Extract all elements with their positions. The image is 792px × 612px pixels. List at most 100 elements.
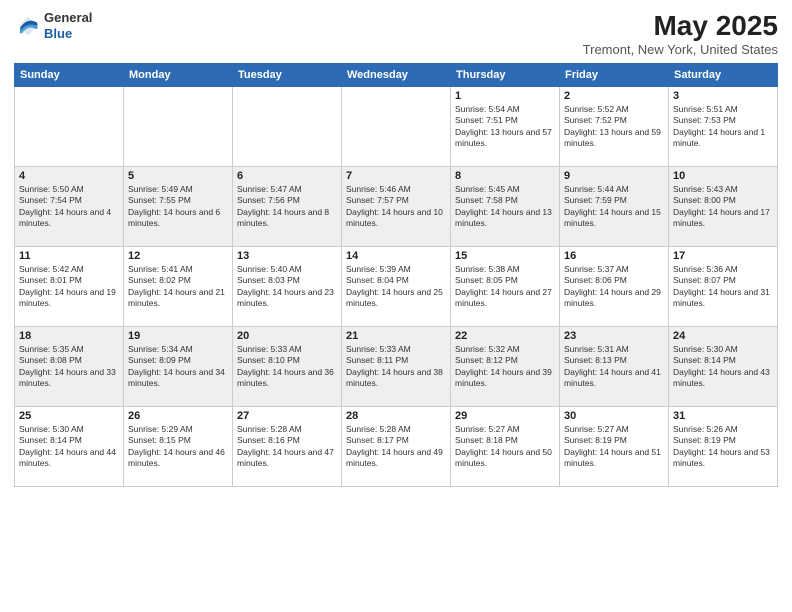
day-info: Sunrise: 5:33 AMSunset: 8:10 PMDaylight:… [237,344,337,390]
col-header-thursday: Thursday [451,64,560,87]
day-number: 11 [19,250,119,262]
day-info: Sunrise: 5:29 AMSunset: 8:15 PMDaylight:… [128,424,228,470]
day-number: 13 [237,250,337,262]
calendar-cell [15,87,124,167]
calendar-cell: 8 Sunrise: 5:45 AMSunset: 7:58 PMDaylight… [451,167,560,247]
calendar-cell [233,87,342,167]
day-number: 9 [564,170,664,182]
calendar-cell [124,87,233,167]
day-number: 31 [673,410,773,422]
day-info: Sunrise: 5:38 AMSunset: 8:05 PMDaylight:… [455,264,555,310]
day-number: 23 [564,330,664,342]
day-number: 26 [128,410,228,422]
logo-general-text: General [44,10,92,26]
col-header-monday: Monday [124,64,233,87]
day-info: Sunrise: 5:50 AMSunset: 7:54 PMDaylight:… [19,184,119,230]
col-header-wednesday: Wednesday [342,64,451,87]
day-number: 19 [128,330,228,342]
day-number: 17 [673,250,773,262]
day-info: Sunrise: 5:45 AMSunset: 7:58 PMDaylight:… [455,184,555,230]
calendar-cell: 10Sunrise: 5:43 AMSunset: 8:00 PMDayligh… [669,167,778,247]
day-info: Sunrise: 5:30 AMSunset: 8:14 PMDaylight:… [19,424,119,470]
calendar-cell: 23 Sunrise: 5:31 AMSunset: 8:13 PMDayligh… [560,327,669,407]
calendar-cell: 17 Sunrise: 5:36 AMSunset: 8:07 PMDayligh… [669,247,778,327]
day-number: 6 [237,170,337,182]
calendar-cell: 16Sunrise: 5:37 AMSunset: 8:06 PMDayligh… [560,247,669,327]
col-header-tuesday: Tuesday [233,64,342,87]
day-number: 21 [346,330,446,342]
location-title: Tremont, New York, United States [583,42,778,57]
col-header-sunday: Sunday [15,64,124,87]
day-number: 29 [455,410,555,422]
day-info: Sunrise: 5:54 AMSunset: 7:51 PMDaylight:… [455,104,555,150]
logo-icon [14,12,42,40]
calendar-header-row: SundayMondayTuesdayWednesdayThursdayFrid… [15,64,778,87]
day-number: 25 [19,410,119,422]
calendar-cell: 24 Sunrise: 5:30 AMSunset: 8:14 PMDayligh… [669,327,778,407]
calendar-cell: 20 Sunrise: 5:33 AMSunset: 8:10 PMDayligh… [233,327,342,407]
calendar-cell: 13 Sunrise: 5:40 AMSunset: 8:03 PMDayligh… [233,247,342,327]
calendar-cell: 25 Sunrise: 5:30 AMSunset: 8:14 PMDayligh… [15,407,124,487]
day-info: Sunrise: 5:28 AMSunset: 8:16 PMDaylight:… [237,424,337,470]
col-header-saturday: Saturday [669,64,778,87]
calendar-cell: 15 Sunrise: 5:38 AMSunset: 8:05 PMDayligh… [451,247,560,327]
calendar-cell: 14 Sunrise: 5:39 AMSunset: 8:04 PMDayligh… [342,247,451,327]
day-info: Sunrise: 5:30 AMSunset: 8:14 PMDaylight:… [673,344,773,390]
day-number: 1 [455,90,555,102]
day-number: 5 [128,170,228,182]
day-number: 14 [346,250,446,262]
calendar-cell: 29 Sunrise: 5:27 AMSunset: 8:18 PMDayligh… [451,407,560,487]
calendar-week-row: 25 Sunrise: 5:30 AMSunset: 8:14 PMDayligh… [15,407,778,487]
day-info: Sunrise: 5:44 AMSunset: 7:59 PMDaylight:… [564,184,664,230]
day-info: Sunrise: 5:39 AMSunset: 8:04 PMDaylight:… [346,264,446,310]
day-number: 12 [128,250,228,262]
day-number: 7 [346,170,446,182]
calendar-week-row: 18 Sunrise: 5:35 AMSunset: 8:08 PMDayligh… [15,327,778,407]
day-info: Sunrise: 5:51 AMSunset: 7:53 PMDaylight:… [673,104,773,150]
month-title: May 2025 [583,10,778,42]
day-number: 24 [673,330,773,342]
logo-blue-text: Blue [44,26,92,42]
page: General Blue May 2025 Tremont, New York,… [0,0,792,612]
day-number: 27 [237,410,337,422]
day-number: 15 [455,250,555,262]
day-info: Sunrise: 5:52 AMSunset: 7:52 PMDaylight:… [564,104,664,150]
header: General Blue May 2025 Tremont, New York,… [14,10,778,57]
calendar-week-row: 11 Sunrise: 5:42 AMSunset: 8:01 PMDayligh… [15,247,778,327]
day-info: Sunrise: 5:47 AMSunset: 7:56 PMDaylight:… [237,184,337,230]
day-number: 8 [455,170,555,182]
day-number: 3 [673,90,773,102]
day-number: 30 [564,410,664,422]
calendar-cell: 2 Sunrise: 5:52 AMSunset: 7:52 PMDaylight… [560,87,669,167]
calendar-table: SundayMondayTuesdayWednesdayThursdayFrid… [14,63,778,487]
day-info: Sunrise: 5:35 AMSunset: 8:08 PMDaylight:… [19,344,119,390]
calendar-cell: 1 Sunrise: 5:54 AMSunset: 7:51 PMDaylight… [451,87,560,167]
calendar-cell: 19 Sunrise: 5:34 AMSunset: 8:09 PMDayligh… [124,327,233,407]
logo-text: General Blue [44,10,92,41]
day-info: Sunrise: 5:37 AMSunset: 8:06 PMDaylight:… [564,264,664,310]
day-info: Sunrise: 5:26 AMSunset: 8:19 PMDaylight:… [673,424,773,470]
day-number: 2 [564,90,664,102]
day-number: 18 [19,330,119,342]
day-info: Sunrise: 5:36 AMSunset: 8:07 PMDaylight:… [673,264,773,310]
calendar-cell: 11 Sunrise: 5:42 AMSunset: 8:01 PMDayligh… [15,247,124,327]
calendar-week-row: 1 Sunrise: 5:54 AMSunset: 7:51 PMDaylight… [15,87,778,167]
calendar-cell: 7Sunrise: 5:46 AMSunset: 7:57 PMDaylight… [342,167,451,247]
day-info: Sunrise: 5:42 AMSunset: 8:01 PMDaylight:… [19,264,119,310]
calendar-cell: 30Sunrise: 5:27 AMSunset: 8:19 PMDayligh… [560,407,669,487]
calendar-cell: 28Sunrise: 5:28 AMSunset: 8:17 PMDayligh… [342,407,451,487]
calendar-cell: 3 Sunrise: 5:51 AMSunset: 7:53 PMDaylight… [669,87,778,167]
calendar-cell: 5 Sunrise: 5:49 AMSunset: 7:55 PMDaylight… [124,167,233,247]
calendar-cell: 22Sunrise: 5:32 AMSunset: 8:12 PMDayligh… [451,327,560,407]
day-info: Sunrise: 5:43 AMSunset: 8:00 PMDaylight:… [673,184,773,230]
calendar-cell [342,87,451,167]
calendar-cell: 21Sunrise: 5:33 AMSunset: 8:11 PMDayligh… [342,327,451,407]
calendar-cell: 31 Sunrise: 5:26 AMSunset: 8:19 PMDayligh… [669,407,778,487]
day-info: Sunrise: 5:40 AMSunset: 8:03 PMDaylight:… [237,264,337,310]
day-info: Sunrise: 5:31 AMSunset: 8:13 PMDaylight:… [564,344,664,390]
day-number: 20 [237,330,337,342]
day-info: Sunrise: 5:49 AMSunset: 7:55 PMDaylight:… [128,184,228,230]
day-info: Sunrise: 5:34 AMSunset: 8:09 PMDaylight:… [128,344,228,390]
calendar-cell: 12Sunrise: 5:41 AMSunset: 8:02 PMDayligh… [124,247,233,327]
day-info: Sunrise: 5:27 AMSunset: 8:18 PMDaylight:… [455,424,555,470]
